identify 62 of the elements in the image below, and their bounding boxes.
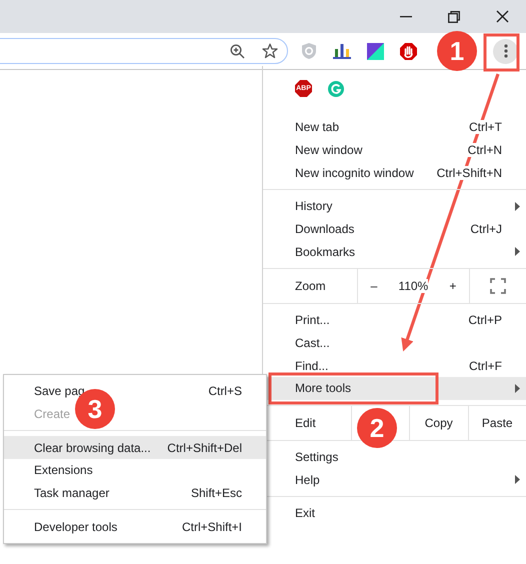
menu-item-label: Find... — [295, 358, 328, 373]
shortcut-label: Ctrl+F — [469, 358, 502, 373]
disabled-menu-item: Create — [34, 406, 70, 421]
square-logo-icon[interactable] — [367, 42, 384, 60]
menu-item[interactable]: Print... Ctrl+P — [263, 308, 526, 332]
bars-icon[interactable] — [333, 43, 351, 59]
menu-item[interactable]: Settings — [263, 446, 526, 468]
menu-item-label: Settings — [295, 450, 338, 464]
zoom-in-button[interactable]: + — [445, 276, 460, 295]
minimize-icon[interactable] — [400, 16, 412, 18]
highlight-frame — [484, 34, 520, 72]
menu-item-label: Cast... — [295, 336, 330, 350]
submenu-item[interactable]: Clear browsing data... Ctrl+Shift+Del — [4, 436, 266, 459]
menu-item-label: New tab — [295, 120, 340, 134]
fullscreen-icon[interactable] — [490, 278, 506, 294]
submenu-item[interactable]: Task manager Shift+Esc — [4, 482, 266, 504]
shortcut-label: Ctrl+N — [468, 142, 502, 157]
menu-item[interactable]: Cast... — [263, 332, 526, 354]
shortcut-label: Ctrl+Shift+I — [182, 520, 242, 534]
submenu-item-label: Developer tools — [34, 520, 118, 534]
menu-item-label: Print... — [295, 313, 330, 328]
menu-item[interactable]: Downloads Ctrl+J — [263, 218, 526, 240]
menu-button[interactable] — [493, 38, 518, 64]
hand-stop-icon[interactable] — [400, 42, 417, 60]
step-number-badge: 1 — [437, 31, 477, 71]
menu-item[interactable]: Exit — [263, 502, 526, 525]
menu-item-label: More tools — [295, 381, 352, 396]
menu-item[interactable]: Help — [263, 468, 526, 491]
menu-item[interactable]: New window Ctrl+N — [263, 138, 526, 162]
submenu-item[interactable]: Developer tools Ctrl+Shift+I — [4, 515, 266, 538]
zoom-out-button[interactable]: – — [366, 276, 382, 295]
menu-item-label: Bookmarks — [295, 244, 356, 259]
menu-item-label: History — [295, 199, 332, 214]
menu-item-label: Exit — [295, 506, 316, 520]
menu-item-label: Help — [295, 472, 320, 487]
shortcut-label: Shift+Esc — [190, 486, 242, 500]
menu-item[interactable]: New incognito window Ctrl+Shift+N — [263, 161, 526, 184]
submenu-item[interactable]: Extensions — [4, 458, 266, 482]
edit-action-button[interactable]: Paste — [468, 406, 526, 440]
shortcut-label: Ctrl+S — [208, 384, 242, 398]
submenu-item-label: Clear browsing data... — [34, 440, 151, 455]
submenu-item-label: Task manager — [34, 486, 110, 500]
menu-item-label: Downloads — [295, 222, 354, 236]
close-icon[interactable] — [496, 10, 509, 23]
menu-item-label: New incognito window — [295, 166, 414, 180]
menu-item[interactable]: Find... Ctrl+F — [263, 354, 526, 377]
shortcut-label: Ctrl+Shift+N — [436, 166, 502, 180]
menu-item-label: New window — [295, 142, 362, 157]
shortcut-label: Ctrl+T — [469, 120, 502, 134]
menu-item[interactable]: New tab Ctrl+T — [263, 116, 526, 139]
menu-item[interactable]: Bookmarks — [263, 240, 526, 263]
step-number-badge: 2 — [357, 408, 397, 448]
zoom-in-icon[interactable] — [230, 44, 245, 58]
menu-item[interactable]: History — [263, 194, 526, 218]
zoom-value: 110% — [398, 278, 428, 293]
shortcut-label: Ctrl+Shift+Del — [167, 440, 242, 455]
star-icon[interactable] — [262, 43, 278, 59]
more-vertical-icon — [504, 44, 508, 58]
shortcut-label: Ctrl+J — [470, 222, 502, 236]
restore-icon[interactable] — [448, 10, 460, 22]
submenu-item-label: Extensions — [34, 463, 93, 478]
shortcut-label: Ctrl+P — [468, 313, 502, 328]
